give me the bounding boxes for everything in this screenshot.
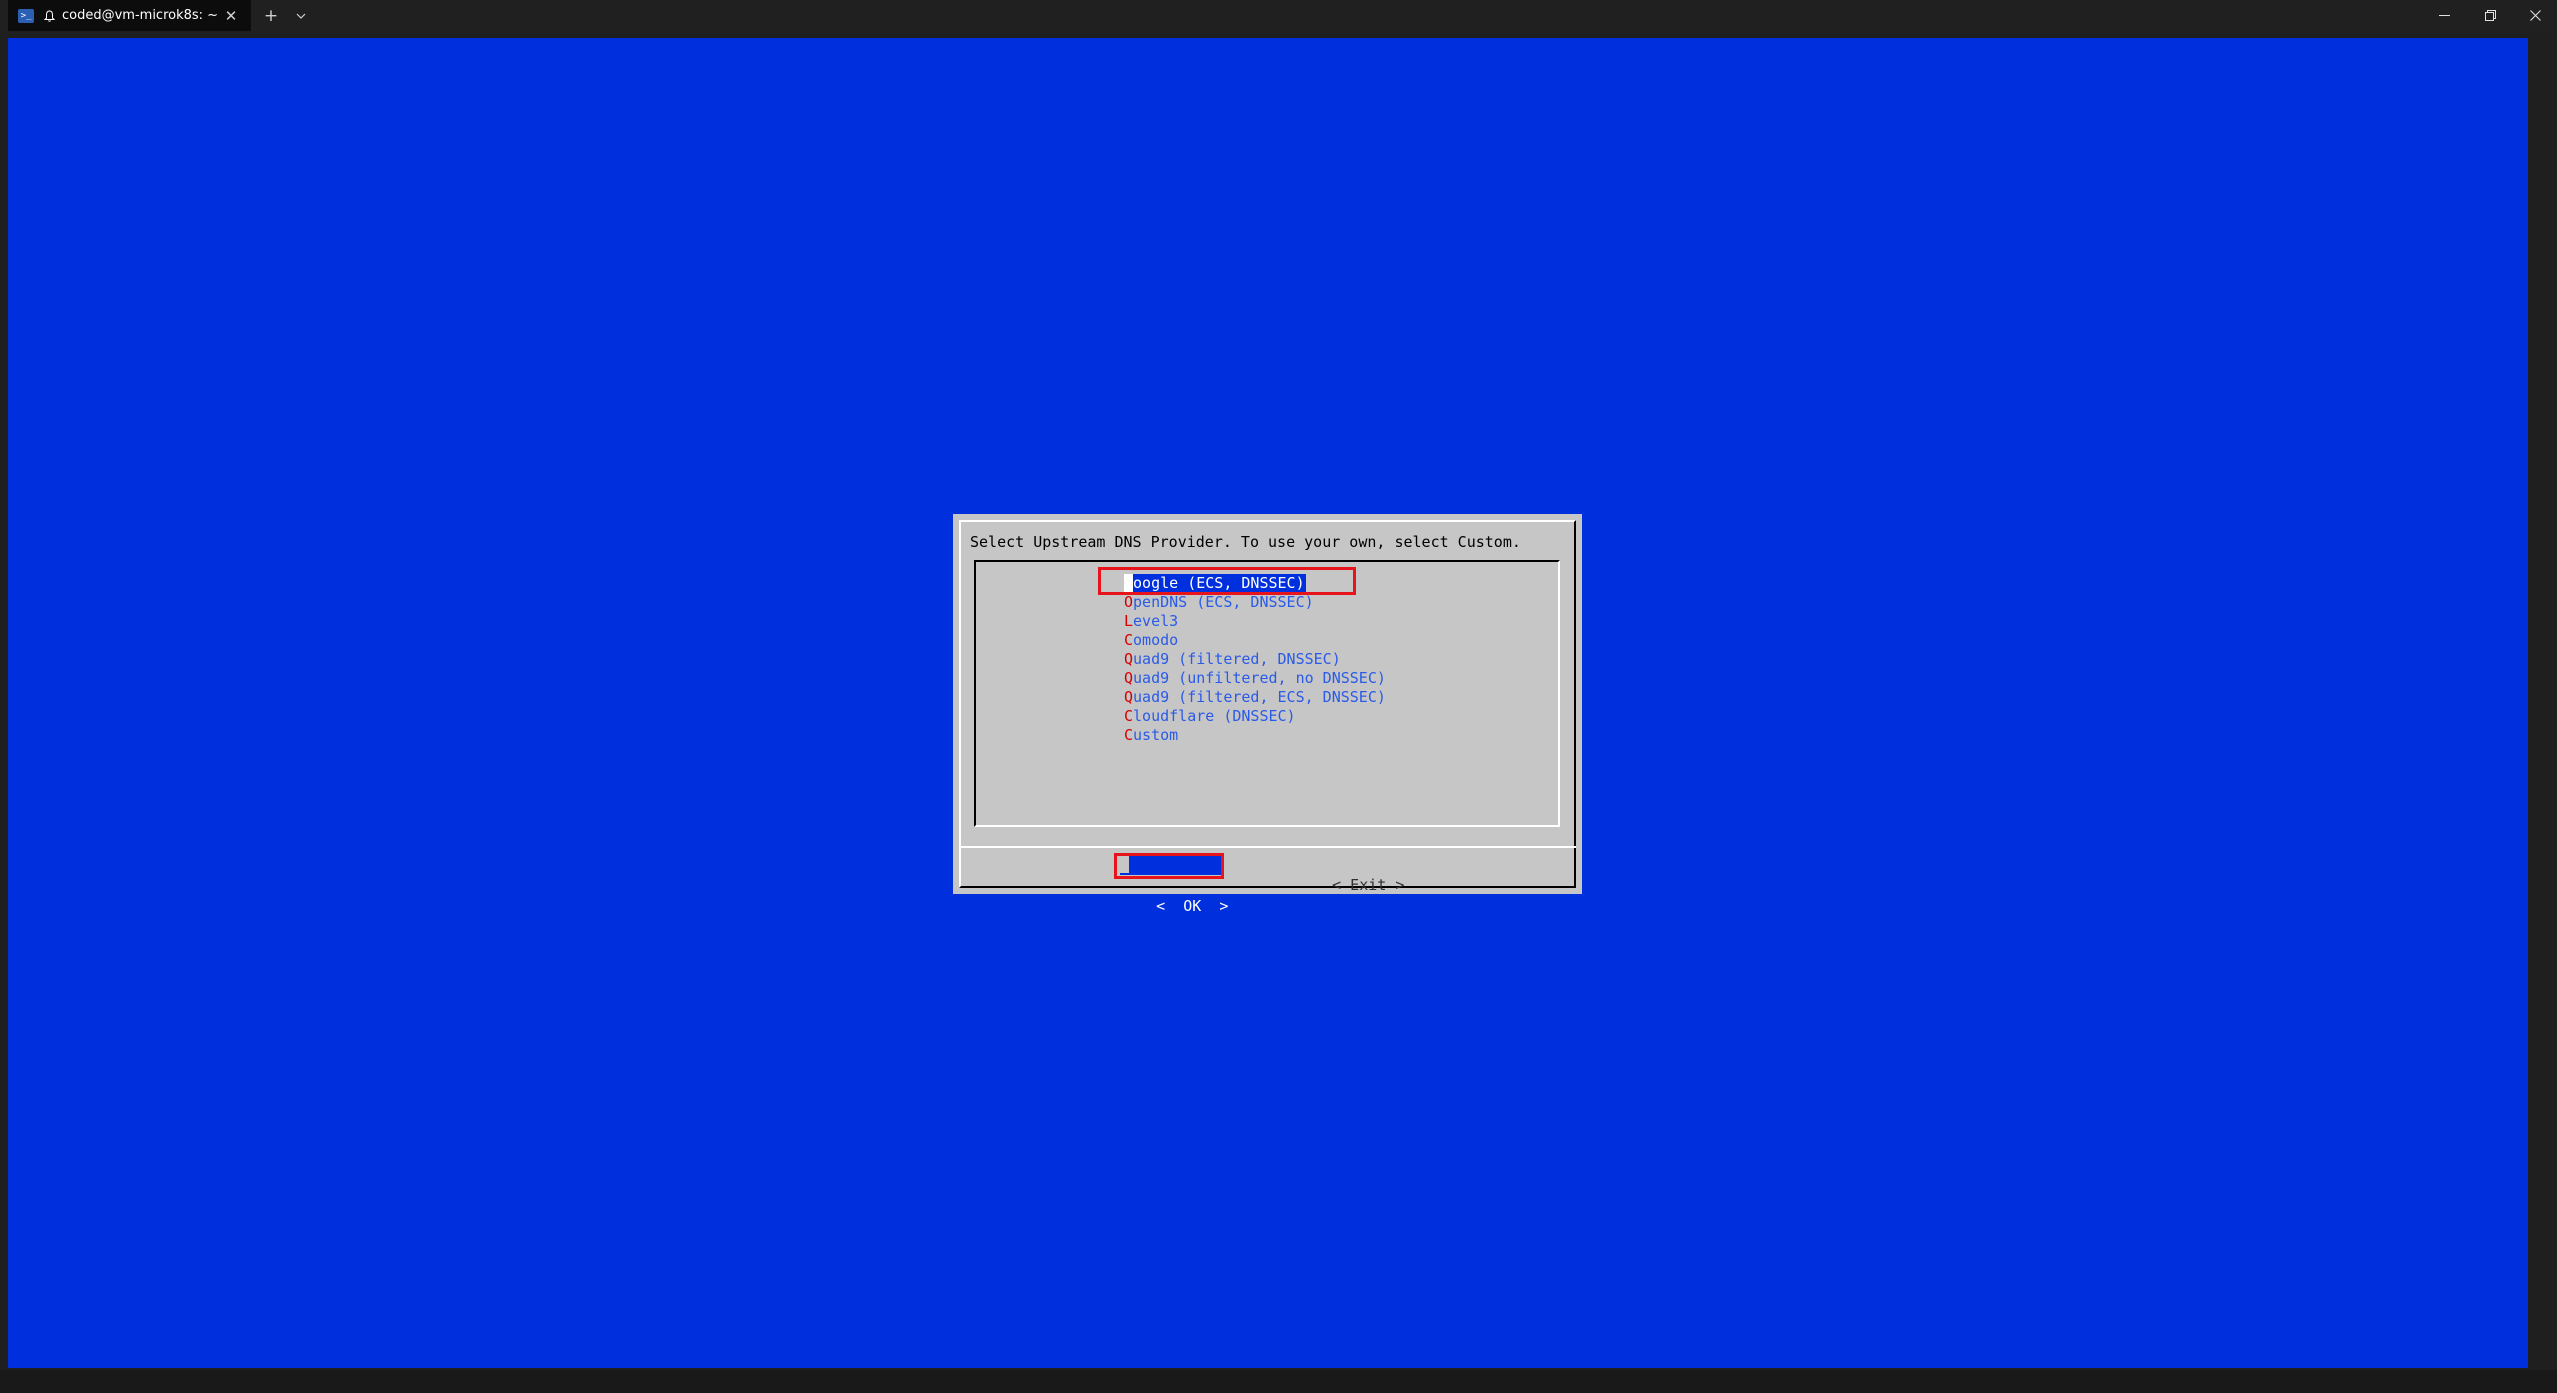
title-bar: >_ coded@vm-microk8s: ~ ✕ +: [0, 0, 2557, 31]
bottom-strip: [0, 1370, 2557, 1393]
hotkey-letter: G: [1124, 574, 1134, 592]
option-label: ustom: [1133, 726, 1179, 744]
text-cursor: [1120, 856, 1129, 873]
hotkey-letter: C: [1124, 707, 1134, 725]
restore-icon[interactable]: [2467, 0, 2513, 31]
hotkey-letter: Q: [1124, 650, 1134, 668]
provider-option[interactable]: OpenDNS (ECS, DNSSEC): [1124, 593, 1314, 611]
option-label: uad9 (filtered, ECS, DNSSEC): [1133, 688, 1386, 706]
exit-button[interactable]: < Exit >: [1296, 854, 1404, 894]
option-label: penDNS (ECS, DNSSEC): [1133, 593, 1314, 611]
provider-option[interactable]: Comodo: [1124, 631, 1178, 649]
ok-button[interactable]: < OK >: [1120, 854, 1228, 915]
menu-item-row: OpenDNS (ECS, DNSSEC): [1124, 593, 1386, 612]
provider-option[interactable]: Quad9 (unfiltered, no DNSSEC): [1124, 669, 1386, 687]
hotkey-letter: Q: [1124, 669, 1134, 687]
button-separator: [959, 846, 1576, 848]
provider-option[interactable]: Quad9 (filtered, DNSSEC): [1124, 650, 1341, 668]
dns-provider-dialog: Select Upstream DNS Provider. To use you…: [953, 514, 1582, 915]
menu-item-row: Level3: [1124, 612, 1386, 631]
provider-option[interactable]: Google (ECS, DNSSEC): [1124, 574, 1306, 593]
option-label: omodo: [1133, 631, 1179, 649]
option-label: evel3: [1133, 612, 1179, 630]
hotkey-letter: Q: [1124, 688, 1134, 706]
provider-menu: Google (ECS, DNSSEC) OpenDNS (ECS, DNSSEC…: [974, 560, 1560, 827]
menu-item-row: Google (ECS, DNSSEC): [1124, 574, 1386, 593]
close-window-icon[interactable]: [2512, 0, 2557, 31]
provider-option[interactable]: Cloudflare (DNSSEC): [1124, 707, 1296, 725]
hotkey-letter: O: [1124, 593, 1134, 611]
bell-icon: [42, 9, 56, 23]
menu-item-row: Quad9 (filtered, ECS, DNSSEC): [1124, 688, 1386, 707]
provider-option[interactable]: Level3: [1124, 612, 1178, 630]
dialog-message: Select Upstream DNS Provider. To use you…: [970, 533, 1521, 551]
option-label: loudflare (DNSSEC): [1133, 707, 1296, 725]
chevron-down-icon[interactable]: [289, 4, 313, 28]
powershell-icon: >_: [18, 8, 34, 23]
hotkey-letter: C: [1124, 631, 1134, 649]
provider-list: Google (ECS, DNSSEC) OpenDNS (ECS, DNSSEC…: [1124, 574, 1386, 745]
option-label: oogle (ECS, DNSSEC): [1133, 574, 1305, 592]
menu-item-row: Cloudflare (DNSSEC): [1124, 707, 1386, 726]
plus-icon[interactable]: +: [259, 4, 283, 28]
minimize-icon[interactable]: [2421, 0, 2467, 31]
hotkey-letter: C: [1124, 726, 1134, 744]
close-icon[interactable]: ✕: [221, 6, 241, 26]
provider-option[interactable]: Custom: [1124, 726, 1178, 744]
menu-item-row: Comodo: [1124, 631, 1386, 650]
ok-button-label: < OK >: [1156, 897, 1229, 915]
tab-title: coded@vm-microk8s: ~: [62, 8, 219, 23]
provider-option[interactable]: Quad9 (filtered, ECS, DNSSEC): [1124, 688, 1386, 706]
terminal-tab[interactable]: >_ coded@vm-microk8s: ~ ✕: [8, 0, 251, 31]
menu-item-row: Quad9 (filtered, DNSSEC): [1124, 650, 1386, 669]
option-label: uad9 (filtered, DNSSEC): [1133, 650, 1341, 668]
menu-item-row: Custom: [1124, 726, 1386, 745]
exit-button-label: < Exit >: [1332, 876, 1405, 894]
menu-item-row: Quad9 (unfiltered, no DNSSEC): [1124, 669, 1386, 688]
option-label: uad9 (unfiltered, no DNSSEC): [1133, 669, 1386, 687]
hotkey-letter: L: [1124, 612, 1134, 630]
